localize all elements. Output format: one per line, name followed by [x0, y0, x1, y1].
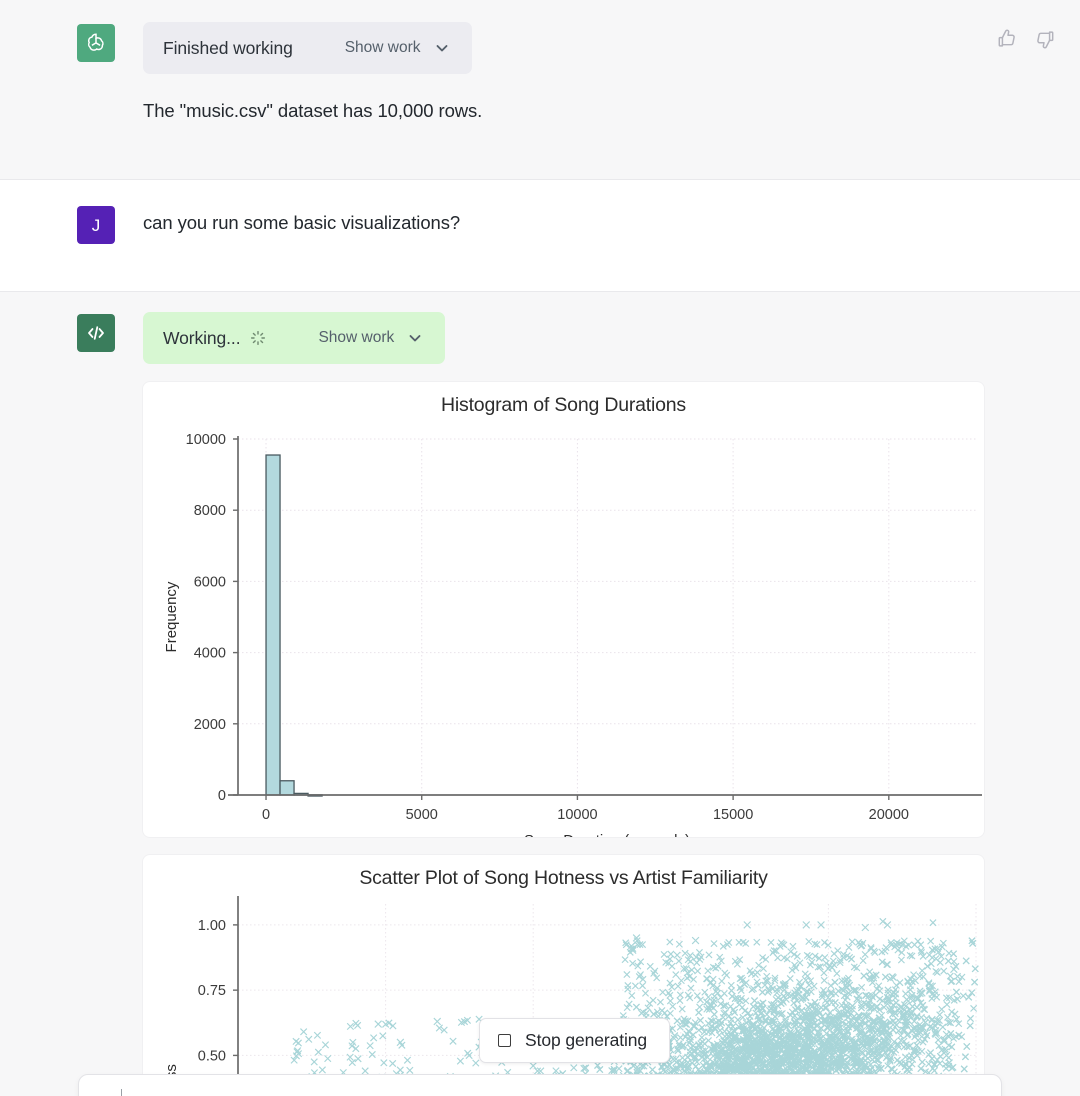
text-caret: [121, 1089, 122, 1096]
openai-logo-icon: [77, 24, 115, 62]
svg-text:0: 0: [262, 807, 270, 823]
avatar-initial: J: [91, 215, 101, 235]
message-body: Working... Show work Histogram of Song D…: [143, 312, 1080, 1096]
chevron-down-icon: [434, 40, 450, 56]
svg-text:5000: 5000: [406, 807, 438, 823]
svg-text:1.00: 1.00: [198, 918, 226, 934]
svg-text:Frequency: Frequency: [163, 581, 180, 652]
avatar-column: J: [0, 204, 143, 291]
show-work-toggle[interactable]: Show work: [345, 39, 450, 57]
svg-text:10000: 10000: [186, 432, 226, 448]
avatar-column: [0, 22, 143, 179]
user-message-text: can you run some basic visualizations?: [143, 212, 461, 233]
show-work-label: Show work: [318, 329, 395, 346]
show-work-toggle[interactable]: Show work: [318, 329, 423, 347]
thumbs-up-icon[interactable]: [996, 28, 1018, 50]
svg-text:20000: 20000: [869, 807, 909, 823]
scatter-svg: 0.250.500.751.00tness: [163, 896, 979, 1096]
svg-text:10000: 10000: [557, 807, 597, 823]
stop-generating-label: Stop generating: [525, 1030, 648, 1050]
show-work-label: Show work: [344, 39, 421, 56]
message-composer[interactable]: [78, 1074, 1002, 1096]
assistant-answer-text: The "music.csv" dataset has 10,000 rows.: [143, 100, 483, 121]
svg-text:0.75: 0.75: [198, 983, 226, 999]
chart-card-histogram: Histogram of Song Durations 0 2000 4000 600…: [143, 382, 984, 837]
status-label: Finished working: [163, 37, 293, 58]
spinner-icon: [250, 330, 266, 346]
scatter-plot: 0.250.500.751.00tness: [143, 890, 984, 1096]
svg-text:Song Duration (seconds): Song Duration (seconds): [524, 832, 690, 837]
message-assistant-working: Working... Show work Histogram of Song D…: [0, 292, 1080, 1096]
svg-text:15000: 15000: [713, 807, 753, 823]
feedback-controls: [996, 28, 1056, 50]
svg-text:0: 0: [218, 788, 226, 804]
chat-page: Finished working Show work The "music.cs…: [0, 0, 1080, 1096]
svg-text:6000: 6000: [194, 574, 226, 590]
histogram-plot: 0 2000 4000 6000 8000 10000 0 5000 10000 15000 200…: [143, 417, 984, 837]
message-assistant-finished: Finished working Show work The "music.cs…: [0, 0, 1080, 180]
message-body: can you run some basic visualizations?: [143, 204, 1080, 291]
message-body: Finished working Show work The "music.cs…: [143, 22, 1080, 179]
histogram-title: Histogram of Song Durations: [441, 394, 686, 416]
working-pill[interactable]: Working... Show work: [143, 312, 446, 364]
histogram-svg: 0 2000 4000 6000 8000 10000 0 5000 10000 15000 200…: [163, 432, 982, 837]
thumbs-down-icon[interactable]: [1034, 28, 1056, 50]
user-avatar: J: [77, 206, 115, 244]
code-brackets-icon: [77, 314, 115, 352]
svg-text:4000: 4000: [194, 646, 226, 662]
scatter-title: Scatter Plot of Song Hotness vs Artist F…: [359, 867, 768, 889]
chevron-down-icon: [407, 330, 423, 346]
status-label: Working...: [163, 327, 241, 348]
stop-generating-button[interactable]: Stop generating: [479, 1018, 671, 1063]
finished-working-pill[interactable]: Finished working Show work: [143, 22, 472, 74]
avatar-column: [0, 312, 143, 1096]
svg-text:8000: 8000: [194, 503, 226, 519]
message-user: J can you run some basic visualizations?: [0, 180, 1080, 292]
stop-square-icon: [498, 1034, 511, 1047]
svg-text:2000: 2000: [194, 717, 226, 733]
svg-text:0.50: 0.50: [198, 1048, 226, 1064]
